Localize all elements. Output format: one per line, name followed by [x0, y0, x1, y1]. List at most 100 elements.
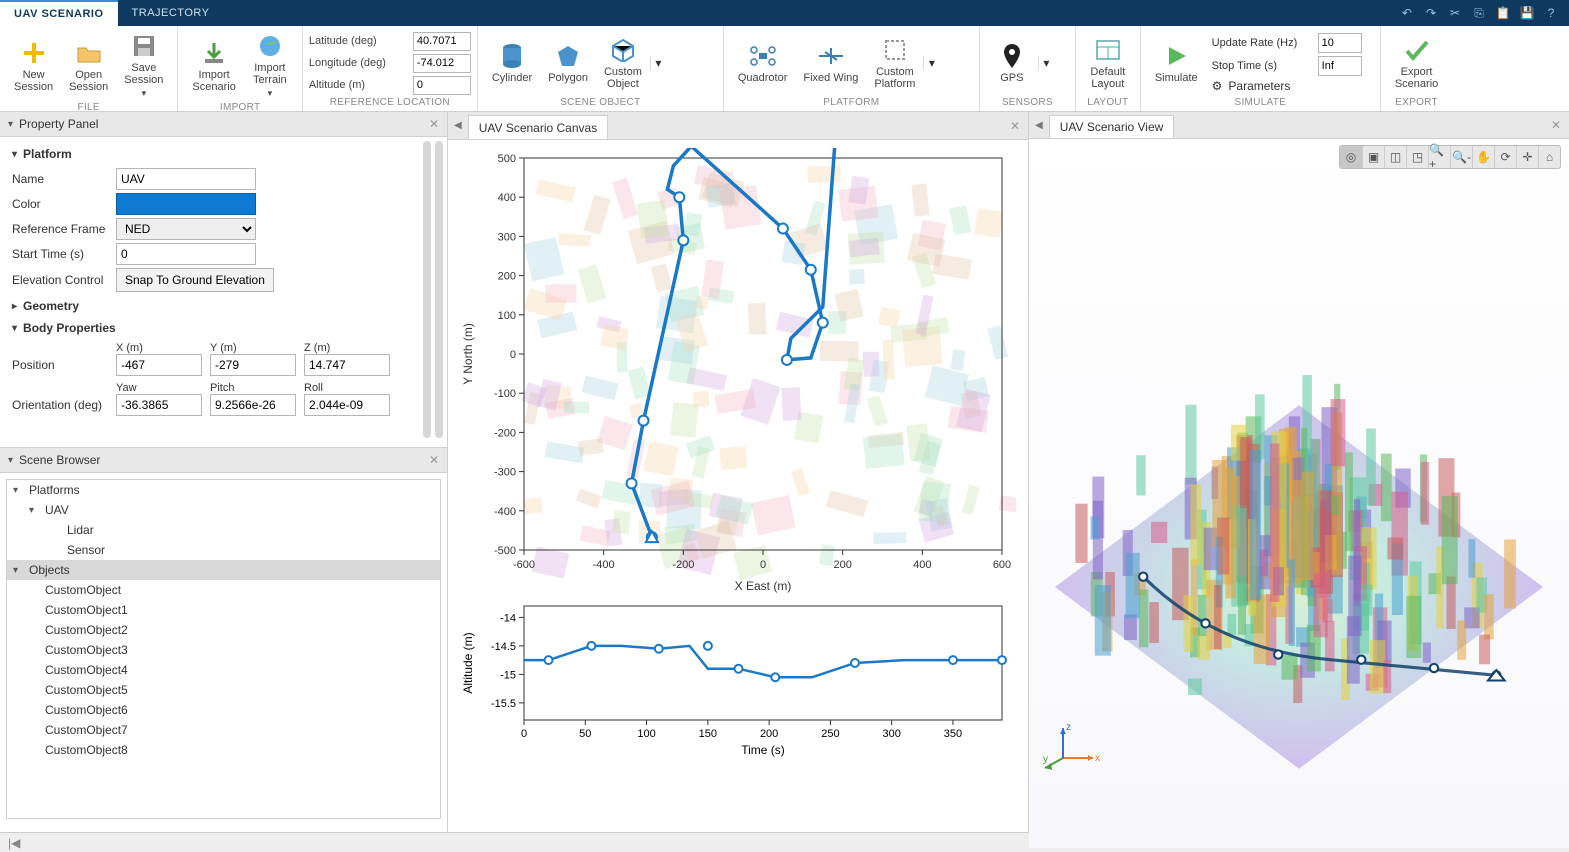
color-swatch[interactable] — [116, 193, 256, 215]
name-input[interactable] — [116, 168, 256, 190]
paste-icon[interactable]: 📋 — [1495, 5, 1511, 21]
tree-object-item[interactable]: CustomObject5 — [7, 680, 440, 700]
yaw-input[interactable] — [116, 394, 202, 416]
tree-object-item[interactable]: CustomObject8 — [7, 740, 440, 760]
zoom-in-icon[interactable]: 🔍+ — [1428, 146, 1450, 168]
open-session-button[interactable]: Open Session — [61, 37, 116, 95]
gps-button[interactable]: GPS — [986, 40, 1038, 86]
tree-uav[interactable]: ▾UAV — [7, 500, 440, 520]
quadrotor-button[interactable]: Quadrotor — [730, 40, 796, 86]
check-icon — [1403, 36, 1431, 64]
new-session-button[interactable]: New Session — [6, 37, 61, 95]
close-icon[interactable]: ✕ — [1010, 119, 1020, 133]
stop-time-input[interactable] — [1318, 56, 1362, 76]
close-icon[interactable]: ✕ — [429, 117, 439, 131]
fixed-wing-button[interactable]: Fixed Wing — [795, 40, 866, 86]
copy-icon[interactable]: ⎘ — [1471, 5, 1487, 21]
roll-input[interactable] — [304, 394, 390, 416]
collapse-icon[interactable]: ▾ — [8, 455, 13, 466]
svg-text:350: 350 — [944, 728, 962, 740]
tab-prev-icon[interactable]: ◀ — [1035, 120, 1043, 131]
cube3-icon[interactable]: ◳ — [1406, 146, 1428, 168]
cylinder-button[interactable]: Cylinder — [484, 40, 540, 86]
position-z-input[interactable] — [304, 354, 390, 376]
tree-object-item[interactable]: CustomObject2 — [7, 620, 440, 640]
view-tab[interactable]: UAV Scenario View — [1049, 115, 1175, 138]
save-session-button[interactable]: Save Session ▾ — [116, 30, 171, 101]
rotate-icon[interactable]: ⟳ — [1494, 146, 1516, 168]
tree-sensor[interactable]: Sensor — [7, 540, 440, 560]
save-icon[interactable]: 💾 — [1519, 5, 1535, 21]
parameters-label: Parameters — [1228, 79, 1290, 93]
pan-icon[interactable]: ✋ — [1472, 146, 1494, 168]
tree-object-item[interactable]: CustomObject1 — [7, 600, 440, 620]
position-x-input[interactable] — [116, 354, 202, 376]
latitude-input[interactable] — [413, 32, 471, 51]
quadrotor-label: Quadrotor — [738, 72, 788, 84]
altitude-input[interactable] — [413, 76, 471, 95]
orbit-icon[interactable]: ◎ — [1340, 146, 1362, 168]
trajectory-chart[interactable]: -600-400-2000200400600-500-400-300-200-1… — [456, 148, 1016, 598]
import-terrain-button[interactable]: Import Terrain ▾ — [244, 30, 296, 101]
zoom-out-icon[interactable]: 🔍- — [1450, 146, 1472, 168]
crosshair-icon[interactable]: ✛ — [1516, 146, 1538, 168]
custom-object-icon — [609, 36, 637, 64]
custom-platform-button[interactable]: Custom Platform — [866, 34, 923, 92]
simulate-button[interactable]: Simulate — [1147, 40, 1206, 86]
default-layout-button[interactable]: Default Layout — [1082, 34, 1134, 92]
altitude-label: Altitude (m) — [309, 79, 409, 91]
start-time-input[interactable] — [116, 243, 256, 265]
status-collapse-icon[interactable]: |◀ — [8, 836, 20, 850]
elevation-label: Elevation Control — [12, 273, 116, 287]
snap-elevation-button[interactable]: Snap To Ground Elevation — [116, 268, 274, 292]
tree-object-item[interactable]: CustomObject7 — [7, 720, 440, 740]
body-properties-section[interactable]: Body Properties — [23, 321, 116, 335]
scrollbar[interactable] — [423, 141, 443, 438]
polygon-button[interactable]: Polygon — [540, 40, 596, 86]
update-rate-input[interactable] — [1318, 33, 1362, 53]
help-icon[interactable]: ? — [1543, 5, 1559, 21]
redo-icon[interactable]: ↷ — [1423, 5, 1439, 21]
canvas-tab[interactable]: UAV Scenario Canvas — [468, 115, 609, 139]
scene-tree[interactable]: ▾Platforms ▾UAV Lidar Sensor ▾Objects Cu… — [6, 479, 441, 819]
platform-dropdown[interactable]: ▾ — [923, 56, 939, 70]
tree-object-item[interactable]: CustomObject3 — [7, 640, 440, 660]
platform-section[interactable]: Platform — [23, 147, 72, 161]
cut-icon[interactable]: ✂ — [1447, 5, 1463, 21]
refframe-select[interactable]: NED — [116, 218, 256, 240]
tree-object-item[interactable]: CustomObject4 — [7, 660, 440, 680]
position-y-input[interactable] — [210, 354, 296, 376]
home-icon[interactable]: ⌂ — [1538, 146, 1560, 168]
svg-text:150: 150 — [699, 728, 717, 740]
globe-icon — [256, 32, 284, 60]
longitude-input[interactable] — [413, 54, 471, 73]
tab-uav-scenario[interactable]: UAV SCENARIO — [0, 0, 118, 26]
tree-platforms[interactable]: ▾Platforms — [7, 480, 440, 500]
pitch-input[interactable] — [210, 394, 296, 416]
scenario-3d-view[interactable]: ◎ ▣ ◫ ◳ 🔍+ 🔍- ✋ ⟳ ✛ ⌂ x y z — [1029, 139, 1569, 848]
import-scenario-button[interactable]: Import Scenario — [184, 37, 243, 95]
export-scenario-button[interactable]: Export Scenario — [1387, 34, 1446, 92]
cube-icon[interactable]: ▣ — [1362, 146, 1384, 168]
sensors-dropdown[interactable]: ▾ — [1038, 56, 1054, 70]
parameters-button[interactable]: ⚙Parameters — [1212, 79, 1362, 93]
close-icon[interactable]: ✕ — [429, 453, 439, 467]
cube2-icon[interactable]: ◫ — [1384, 146, 1406, 168]
new-session-label: New Session — [14, 69, 53, 93]
tree-object-item[interactable]: CustomObject — [7, 580, 440, 600]
tab-prev-icon[interactable]: ◀ — [454, 120, 462, 131]
svg-text:x: x — [1095, 753, 1100, 764]
scene-object-dropdown[interactable]: ▾ — [650, 56, 666, 70]
custom-object-button[interactable]: Custom Object — [596, 34, 650, 92]
undo-icon[interactable]: ↶ — [1399, 5, 1415, 21]
altitude-chart[interactable]: 050100150200250300350-15.5-15-14.5-14Tim… — [456, 598, 1016, 758]
tree-object-item[interactable]: CustomObject6 — [7, 700, 440, 720]
tab-trajectory[interactable]: TRAJECTORY — [118, 0, 224, 26]
geometry-section[interactable]: Geometry — [23, 299, 79, 313]
tree-objects[interactable]: ▾Objects — [7, 560, 440, 580]
close-icon[interactable]: ✕ — [1551, 118, 1561, 132]
collapse-icon[interactable]: ▾ — [8, 119, 13, 130]
svg-text:Altitude (m): Altitude (m) — [461, 632, 475, 693]
tree-lidar[interactable]: Lidar — [7, 520, 440, 540]
svg-text:100: 100 — [498, 310, 516, 322]
